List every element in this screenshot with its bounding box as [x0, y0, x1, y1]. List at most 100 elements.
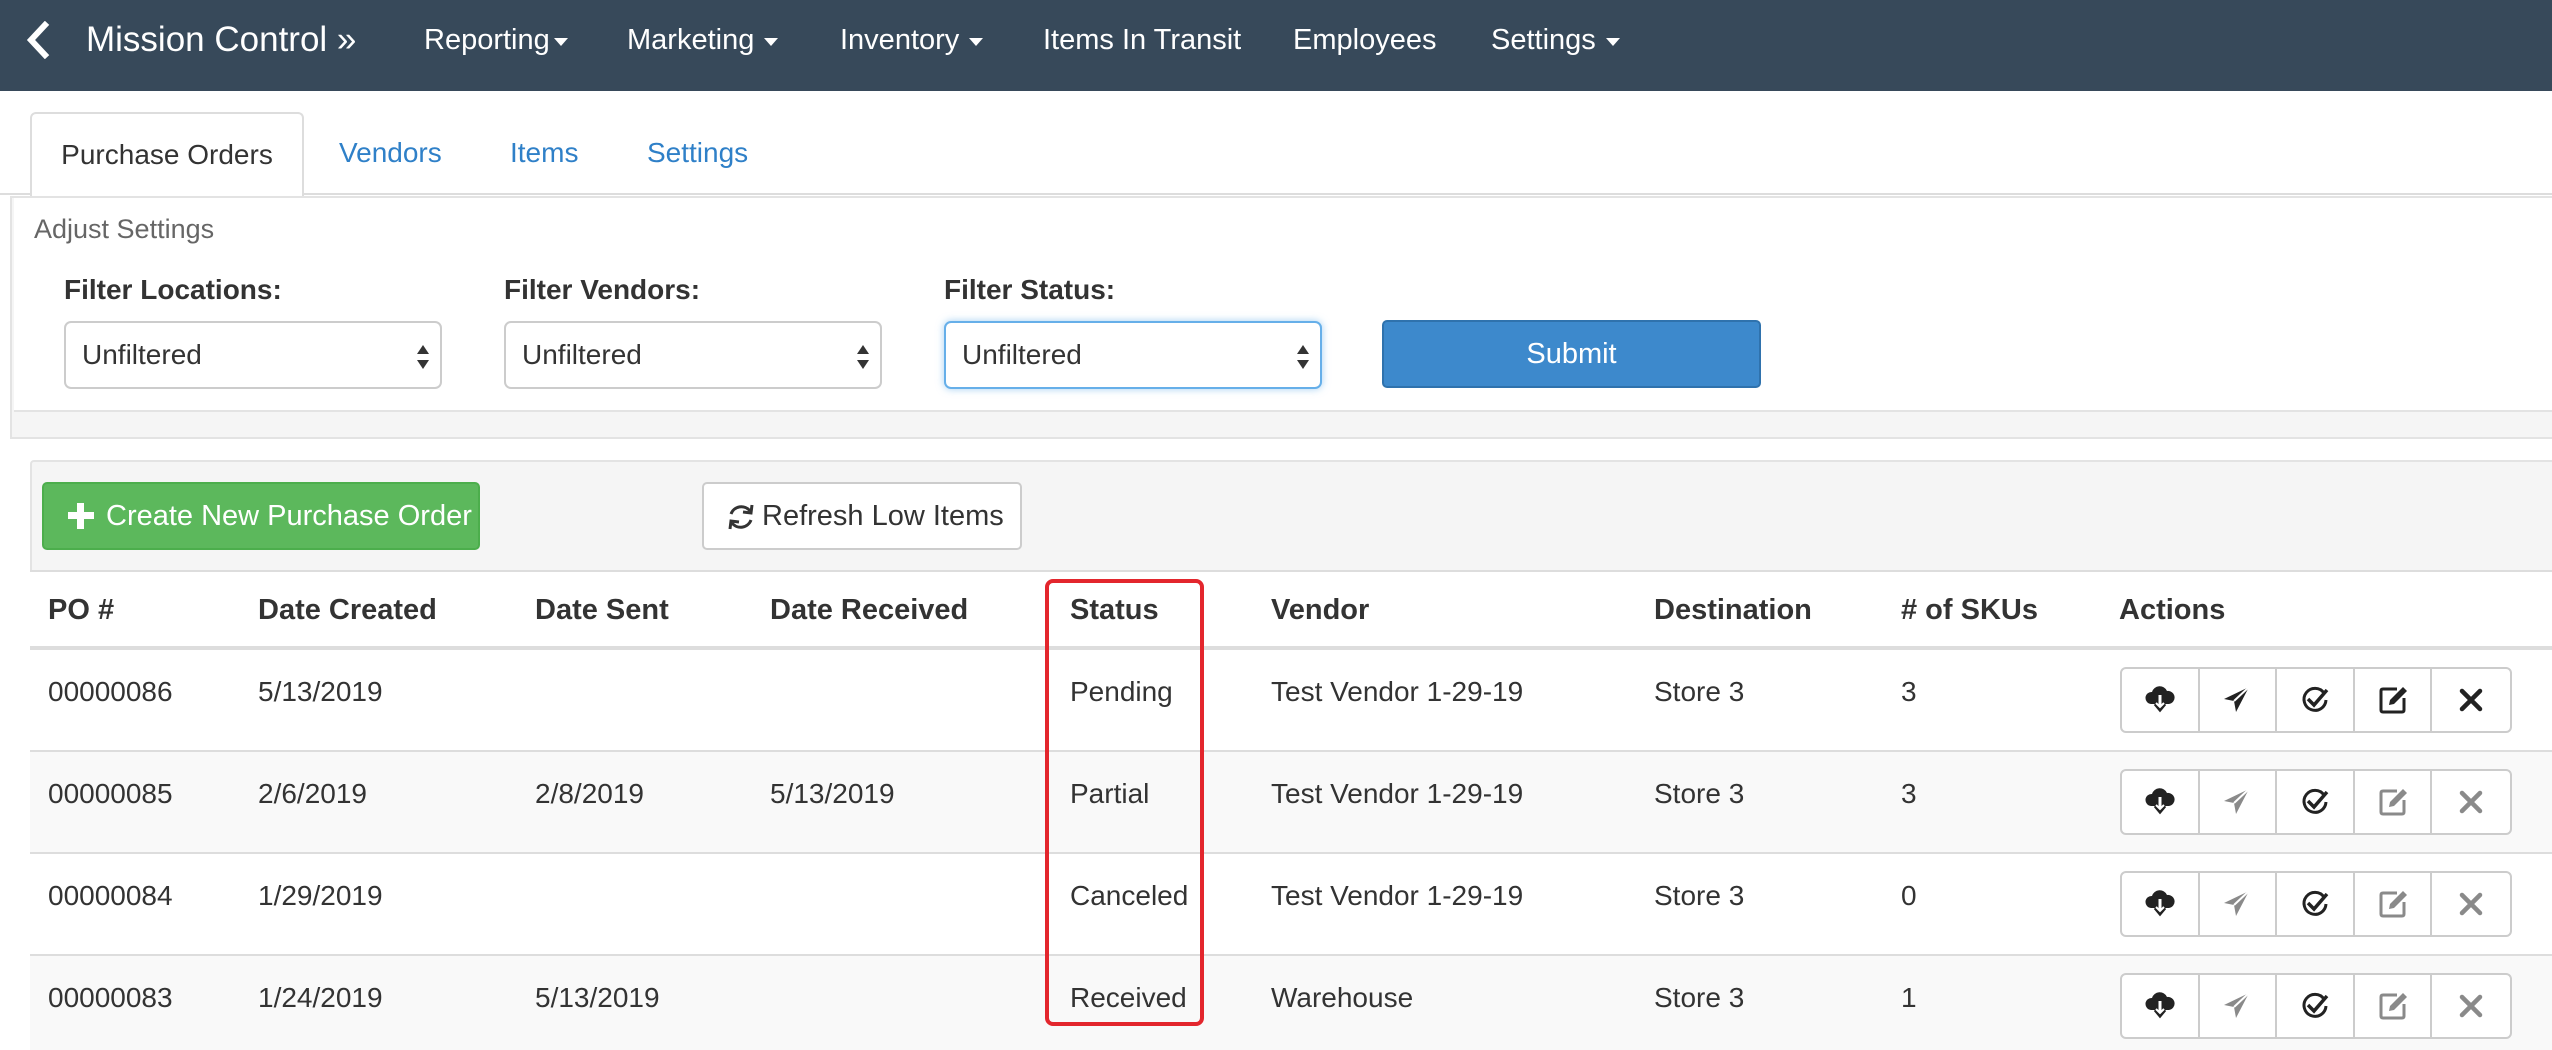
- brand-title[interactable]: Mission Control »: [86, 18, 356, 62]
- filter-locations-value: Unfiltered: [82, 339, 202, 370]
- check-circle-action-button[interactable]: [2277, 975, 2355, 1037]
- plus-icon: [68, 503, 94, 529]
- edit-action-button[interactable]: [2355, 669, 2433, 731]
- nav-settings-label: Settings: [1491, 24, 1596, 56]
- tab-purchase-orders[interactable]: Purchase Orders: [30, 112, 304, 196]
- cloud-download-action-button[interactable]: [2122, 873, 2200, 935]
- close-action-button[interactable]: [2432, 975, 2510, 1037]
- submit-button[interactable]: Submit: [1382, 320, 1761, 388]
- table-row: 00000084 1/29/2019 Canceled Test Vendor …: [30, 854, 2552, 956]
- column-header-destination[interactable]: Destination: [1654, 594, 1812, 627]
- nav-settings[interactable]: Settings: [1491, 22, 1620, 58]
- cell-date-created: 5/13/2019: [258, 676, 383, 707]
- filter-locations-select[interactable]: Unfiltered: [64, 321, 442, 389]
- cloud-download-action-button[interactable]: [2122, 975, 2200, 1037]
- close-action-button[interactable]: [2432, 669, 2510, 731]
- send-icon: [2224, 992, 2251, 1018]
- nav-employees-label: Employees: [1293, 24, 1437, 56]
- row-actions: [2120, 871, 2512, 937]
- close-icon: [2459, 892, 2483, 916]
- column-header-po[interactable]: PO #: [48, 594, 114, 627]
- filter-vendors-select[interactable]: Unfiltered: [504, 321, 882, 389]
- cloud-download-action-button[interactable]: [2122, 771, 2200, 833]
- column-header-status[interactable]: Status: [1070, 594, 1159, 627]
- row-actions: [2120, 769, 2512, 835]
- edit-action-button[interactable]: [2355, 873, 2433, 935]
- cell-skus: 3: [1901, 778, 1917, 809]
- table-row: 00000085 2/6/2019 2/8/2019 5/13/2019 Par…: [30, 752, 2552, 854]
- cell-destination: Store 3: [1654, 778, 1745, 809]
- column-header-vendor[interactable]: Vendor: [1271, 594, 1369, 627]
- cell-date-created: 1/24/2019: [258, 982, 383, 1013]
- check-circle-icon: [2302, 890, 2329, 916]
- caret-down-icon: [969, 37, 984, 46]
- close-action-button[interactable]: [2432, 873, 2510, 935]
- edit-icon: [2379, 993, 2407, 1020]
- cell-po: 00000086: [48, 676, 173, 707]
- cell-vendor: Test Vendor 1-29-19: [1271, 676, 1524, 707]
- send-icon: [2224, 686, 2251, 712]
- close-icon: [2459, 790, 2483, 814]
- chevron-left-icon: [26, 21, 50, 59]
- table-row: 00000086 5/13/2019 Pending Test Vendor 1…: [30, 650, 2552, 752]
- cell-date-created: 2/6/2019: [258, 778, 367, 809]
- check-circle-action-button[interactable]: [2277, 771, 2355, 833]
- column-header-date-sent[interactable]: Date Sent: [535, 594, 669, 627]
- close-icon: [2459, 688, 2483, 712]
- filter-status-value: Unfiltered: [962, 339, 1082, 370]
- tab-vendors[interactable]: Vendors: [339, 112, 442, 194]
- edit-icon: [2379, 687, 2407, 714]
- nav-marketing[interactable]: Marketing: [627, 22, 779, 58]
- select-arrows-icon: [417, 345, 429, 369]
- send-action-button[interactable]: [2200, 771, 2278, 833]
- cell-destination: Store 3: [1654, 880, 1745, 911]
- nav-inventory-label: Inventory: [840, 24, 960, 56]
- panel-title: Adjust Settings: [34, 214, 215, 244]
- cell-skus: 0: [1901, 880, 1917, 911]
- nav-employees[interactable]: Employees: [1293, 22, 1436, 58]
- cell-date-created: 1/29/2019: [258, 880, 383, 911]
- nav-reporting[interactable]: Reporting: [424, 22, 568, 58]
- create-purchase-order-button[interactable]: Create New Purchase Order: [42, 482, 480, 550]
- cell-status: Received: [1070, 982, 1187, 1013]
- caret-down-icon: [1605, 37, 1620, 46]
- nav-items-in-transit[interactable]: Items In Transit: [1043, 22, 1241, 58]
- nav-inventory[interactable]: Inventory: [840, 22, 984, 58]
- send-action-button[interactable]: [2200, 873, 2278, 935]
- column-header-skus[interactable]: # of SKUs: [1901, 594, 2038, 627]
- cloud-download-icon: [2145, 788, 2175, 815]
- cell-po: 00000084: [48, 880, 173, 911]
- cell-status: Canceled: [1070, 880, 1189, 911]
- check-circle-action-button[interactable]: [2277, 669, 2355, 731]
- cell-vendor: Test Vendor 1-29-19: [1271, 778, 1524, 809]
- tab-items[interactable]: Items: [510, 112, 578, 194]
- refresh-low-items-button[interactable]: Refresh Low Items: [702, 482, 1022, 550]
- filter-status-label: Filter Status:: [944, 274, 1116, 305]
- tab-settings[interactable]: Settings: [647, 112, 748, 194]
- refresh-low-items-label: Refresh Low Items: [762, 500, 1004, 532]
- column-header-date-received[interactable]: Date Received: [770, 594, 968, 627]
- cloud-download-icon: [2145, 890, 2175, 917]
- check-circle-action-button[interactable]: [2277, 873, 2355, 935]
- column-header-actions: Actions: [2119, 594, 2226, 626]
- back-button[interactable]: [18, 18, 58, 62]
- close-action-button[interactable]: [2432, 771, 2510, 833]
- settings-panel-body: Adjust Settings Filter Locations: Unfilt…: [14, 198, 2552, 412]
- send-action-button[interactable]: [2200, 669, 2278, 731]
- edit-action-button[interactable]: [2355, 771, 2433, 833]
- cloud-download-action-button[interactable]: [2122, 669, 2200, 731]
- edit-action-button[interactable]: [2355, 975, 2433, 1037]
- cell-date-received: 5/13/2019: [770, 778, 895, 809]
- select-arrows-icon: [1297, 345, 1309, 369]
- nav-reporting-label: Reporting: [424, 24, 550, 56]
- column-header-date-created[interactable]: Date Created: [258, 594, 437, 627]
- check-circle-icon: [2302, 788, 2329, 814]
- cell-destination: Store 3: [1654, 676, 1745, 707]
- edit-icon: [2379, 891, 2407, 918]
- send-action-button[interactable]: [2200, 975, 2278, 1037]
- cell-status: Pending: [1070, 676, 1173, 707]
- filter-status-select[interactable]: Unfiltered: [944, 321, 1322, 389]
- cell-date-sent: 5/13/2019: [535, 982, 660, 1013]
- edit-icon: [2379, 789, 2407, 816]
- row-actions: [2120, 667, 2512, 733]
